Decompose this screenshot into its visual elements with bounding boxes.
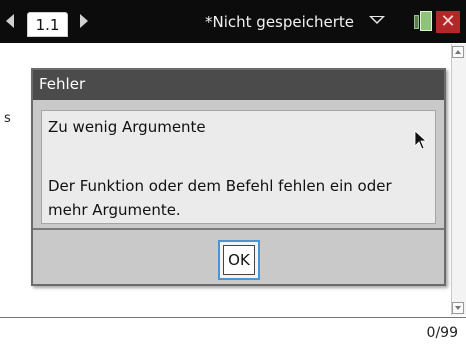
error-description: Der Funktion oder dem Befehl fehlen ein … (48, 177, 392, 195)
dialog-title: Fehler (39, 75, 86, 93)
top-bar: 1.1 *Nicht gespeicherte ✕ (0, 0, 466, 43)
ok-button-label: OK (223, 245, 255, 275)
entry-line-text: s (4, 111, 11, 126)
status-bar: 0/99 (0, 317, 466, 350)
tab-page-1-1[interactable]: 1.1 (27, 12, 68, 37)
mouse-pointer-icon (414, 130, 428, 150)
message-panel: Zu wenig Argumente Der Funktion oder dem… (41, 110, 436, 224)
battery-icon (414, 11, 434, 31)
chevron-right-icon[interactable] (80, 14, 88, 28)
close-icon[interactable]: ✕ (436, 11, 460, 33)
vertical-scrollbar[interactable] (451, 44, 466, 315)
chevron-left-icon[interactable] (6, 14, 14, 28)
error-heading: Zu wenig Argumente (48, 118, 206, 136)
scroll-up-icon[interactable] (452, 46, 464, 58)
error-description-continued: mehr Argumente. (48, 201, 181, 219)
document-title[interactable]: *Nicht gespeicherte (205, 13, 354, 31)
scroll-down-icon[interactable] (452, 302, 464, 314)
dialog-divider (33, 228, 444, 230)
chevron-down-icon[interactable] (369, 16, 385, 24)
error-dialog: Fehler Zu wenig Argumente Der Funktion o… (31, 68, 446, 286)
history-counter: 0/99 (426, 325, 458, 341)
dialog-titlebar: Fehler (33, 70, 444, 100)
ok-button[interactable]: OK (218, 240, 260, 280)
